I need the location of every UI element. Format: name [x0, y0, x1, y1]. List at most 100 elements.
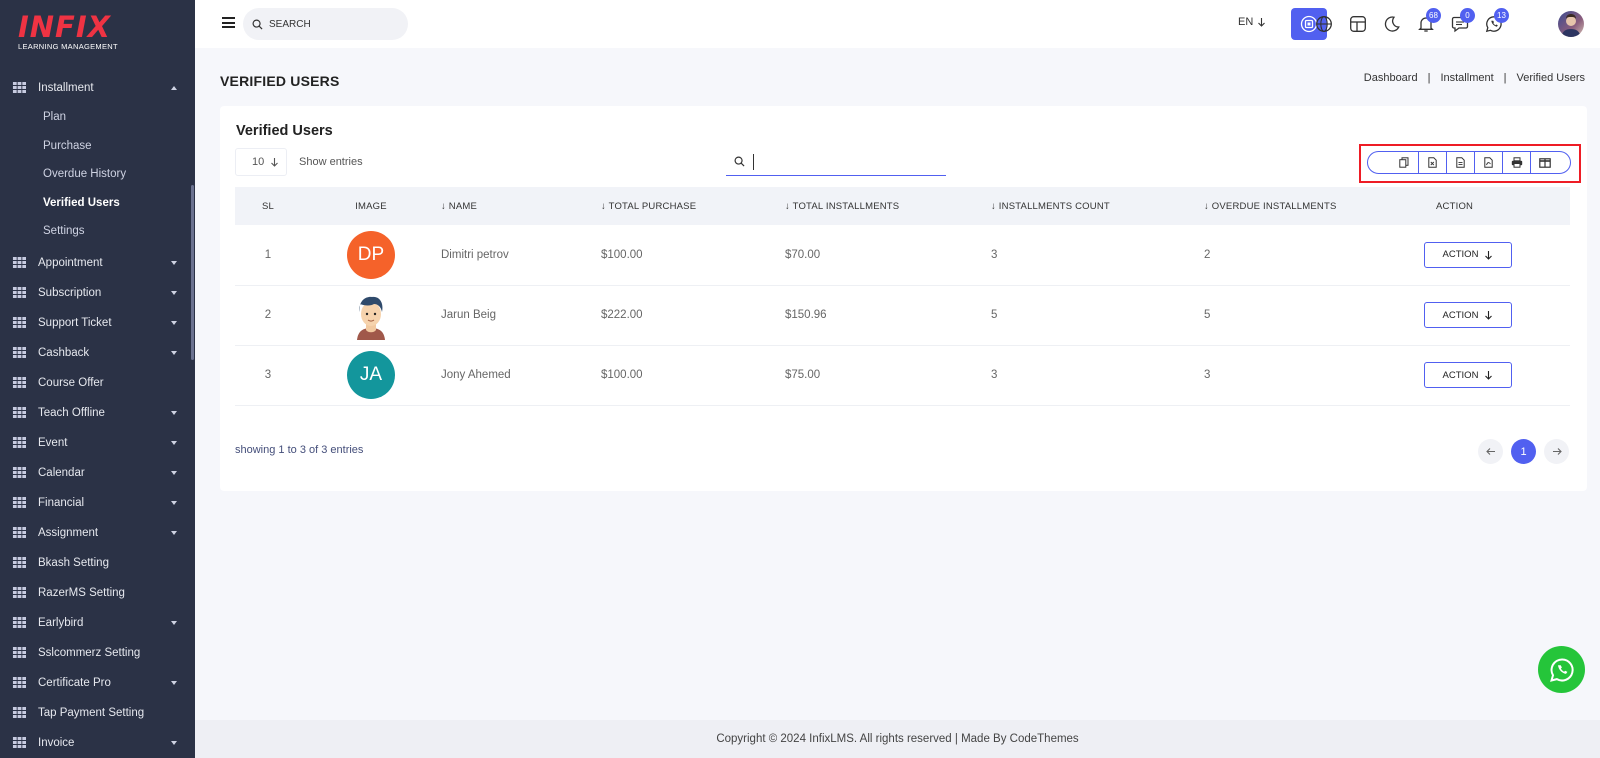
grid-icon	[12, 315, 26, 328]
breadcrumb-dashboard[interactable]: Dashboard	[1364, 72, 1418, 84]
caret-down-icon	[171, 620, 177, 625]
grid-icon	[12, 495, 26, 508]
breadcrumb-installment[interactable]: Installment	[1440, 72, 1493, 84]
sidebar-item-label: Assignment	[38, 526, 99, 539]
whatsapp-icon	[1549, 657, 1574, 682]
global-search[interactable]	[243, 8, 408, 40]
cell-installments-count: 5	[991, 285, 1204, 346]
sidebar-subitem-purchase[interactable]: Purchase	[0, 132, 195, 161]
column-total-installments[interactable]: ↓ TOTAL INSTALLMENTS	[785, 187, 991, 225]
sidebar-item-cashback[interactable]: Cashback	[0, 338, 195, 368]
sidebar-item-label: Bkash Setting	[38, 556, 109, 569]
column-overdue-installments[interactable]: ↓ OVERDUE INSTALLMENTS	[1204, 187, 1424, 225]
column-total-purchase[interactable]: ↓ TOTAL PURCHASE	[601, 187, 785, 225]
sidebar-item-subscription[interactable]: Subscription	[0, 278, 195, 308]
caret-down-icon	[171, 410, 177, 415]
avatar-initials: JA	[359, 364, 383, 385]
column-name[interactable]: ↓ NAME	[441, 187, 601, 225]
page-button-1[interactable]: 1	[1511, 439, 1536, 464]
table-body: 1 DP Dimitri petrov $100.00 $70.00 3 2 A…	[235, 225, 1570, 406]
cell-total-installments: $75.00	[785, 345, 991, 406]
sidebar-item-course-offer[interactable]: Course Offer	[0, 368, 195, 398]
entries-select[interactable]: 10	[235, 148, 287, 176]
arrow-down-icon	[271, 158, 279, 167]
messages-button[interactable]: 0	[1451, 8, 1475, 33]
table-row: 1 DP Dimitri petrov $100.00 $70.00 3 2 A…	[235, 225, 1570, 286]
table-search-input[interactable]	[753, 153, 933, 170]
sidebar-item-calendar[interactable]: Calendar	[0, 458, 195, 488]
column-image: IMAGE	[355, 200, 387, 212]
sidebar-item-invoice[interactable]: Invoice	[0, 728, 195, 758]
sidebar-item-certificate-pro[interactable]: Certificate Pro	[0, 668, 195, 698]
cell-overdue-installments: 3	[1204, 345, 1424, 406]
arrow-down-icon	[1258, 18, 1266, 27]
notifications-button[interactable]: 68	[1417, 8, 1441, 33]
sidebar-item-razerms-setting[interactable]: RazerMS Setting	[0, 578, 195, 608]
whatsapp-messages-button[interactable]: 13	[1485, 8, 1509, 33]
sidebar-scrollbar[interactable]	[191, 185, 194, 360]
caret-down-icon	[171, 290, 177, 295]
user-avatar	[347, 291, 395, 340]
logo[interactable]: INFIX LEARNING MANAGEMENT	[18, 12, 118, 51]
layout-icon[interactable]	[1349, 15, 1367, 33]
column-name-label: NAME	[448, 200, 478, 212]
grid-icon	[12, 555, 26, 568]
language-select[interactable]: EN	[1238, 16, 1266, 28]
column-installments-count[interactable]: ↓ INSTALLMENTS COUNT	[991, 187, 1204, 225]
cell-total-installments: $70.00	[785, 225, 991, 286]
user-avatar[interactable]	[1558, 11, 1584, 37]
globe-icon[interactable]	[1315, 15, 1333, 33]
grid-icon	[12, 645, 26, 658]
column-total-purchase-label: TOTAL PURCHASE	[608, 200, 697, 212]
sidebar-subitem-settings[interactable]: Settings	[0, 217, 195, 246]
sidebar-item-sslcommerz-setting[interactable]: Sslcommerz Setting	[0, 638, 195, 668]
action-dropdown-button[interactable]: ACTION	[1424, 241, 1512, 268]
action-label: ACTION	[1442, 309, 1479, 321]
column-sl[interactable]: SL	[235, 187, 301, 225]
sidebar-item-support-ticket[interactable]: Support Ticket	[0, 308, 195, 338]
sidebar-item-installment[interactable]: Installment	[0, 73, 195, 103]
moon-icon[interactable]	[1383, 15, 1401, 33]
verified-users-table: SL IMAGE ↓ NAME ↓ TOTAL PURCHASE ↓ TOTAL…	[235, 187, 1570, 406]
sidebar-item-appointment[interactable]: Appointment	[0, 248, 195, 278]
action-label: ACTION	[1442, 249, 1479, 261]
arrow-down-icon	[1485, 311, 1493, 320]
sidebar-item-label: Invoice	[38, 736, 75, 749]
sidebar-item-event[interactable]: Event	[0, 428, 195, 458]
previous-page-button[interactable]	[1478, 439, 1503, 464]
sidebar-subitem-plan[interactable]: Plan	[0, 103, 195, 132]
sidebar-item-teach-offline[interactable]: Teach Offline	[0, 398, 195, 428]
arrow-down-icon	[1485, 250, 1493, 260]
topbar: EN 68 0 13	[195, 0, 1600, 48]
sidebar-item-assignment[interactable]: Assignment	[0, 518, 195, 548]
action-dropdown-button[interactable]: ACTION	[1424, 362, 1512, 388]
sidebar-subitem-overdue-history[interactable]: Overdue History	[0, 160, 195, 189]
footer: Copyright © 2024 InfixLMS. All rights re…	[195, 720, 1600, 758]
whatsapp-chat-button[interactable]	[1538, 646, 1585, 693]
sidebar-item-earlybird[interactable]: Earlybird	[0, 608, 195, 638]
sidebar-item-label: Financial	[38, 496, 85, 509]
cell-sl: 2	[235, 285, 301, 346]
table-row: 3 JA Jony Ahemed $100.00 $75.00 3 3 ACTI…	[235, 345, 1570, 406]
sidebar-item-financial[interactable]: Financial	[0, 488, 195, 518]
menu-toggle-icon[interactable]	[222, 17, 235, 28]
grid-icon	[12, 375, 26, 388]
sidebar-item-tap-payment-setting[interactable]: Tap Payment Setting	[0, 698, 195, 728]
caret-up-icon	[171, 86, 177, 90]
caret-down-icon	[171, 500, 177, 505]
cell-name: Jony Ahemed	[441, 345, 601, 406]
next-page-button[interactable]	[1544, 439, 1569, 464]
logo-brand: INFIX	[18, 10, 112, 44]
sort-arrow-icon: ↓	[441, 200, 449, 212]
action-dropdown-button[interactable]: ACTION	[1424, 302, 1512, 328]
column-overdue-installments-label: OVERDUE INSTALLMENTS	[1211, 200, 1337, 212]
sidebar-item-bkash-setting[interactable]: Bkash Setting	[0, 548, 195, 578]
page-title: VERIFIED USERS	[220, 73, 340, 89]
caret-down-icon	[171, 320, 177, 325]
sort-arrow-icon: ↓	[785, 200, 793, 212]
sidebar-subitem-verified-users[interactable]: Verified Users	[0, 189, 195, 218]
table-search[interactable]	[726, 148, 946, 176]
search-input[interactable]	[269, 18, 389, 30]
grid-icon	[12, 675, 26, 688]
card-title: Verified Users	[236, 123, 333, 139]
